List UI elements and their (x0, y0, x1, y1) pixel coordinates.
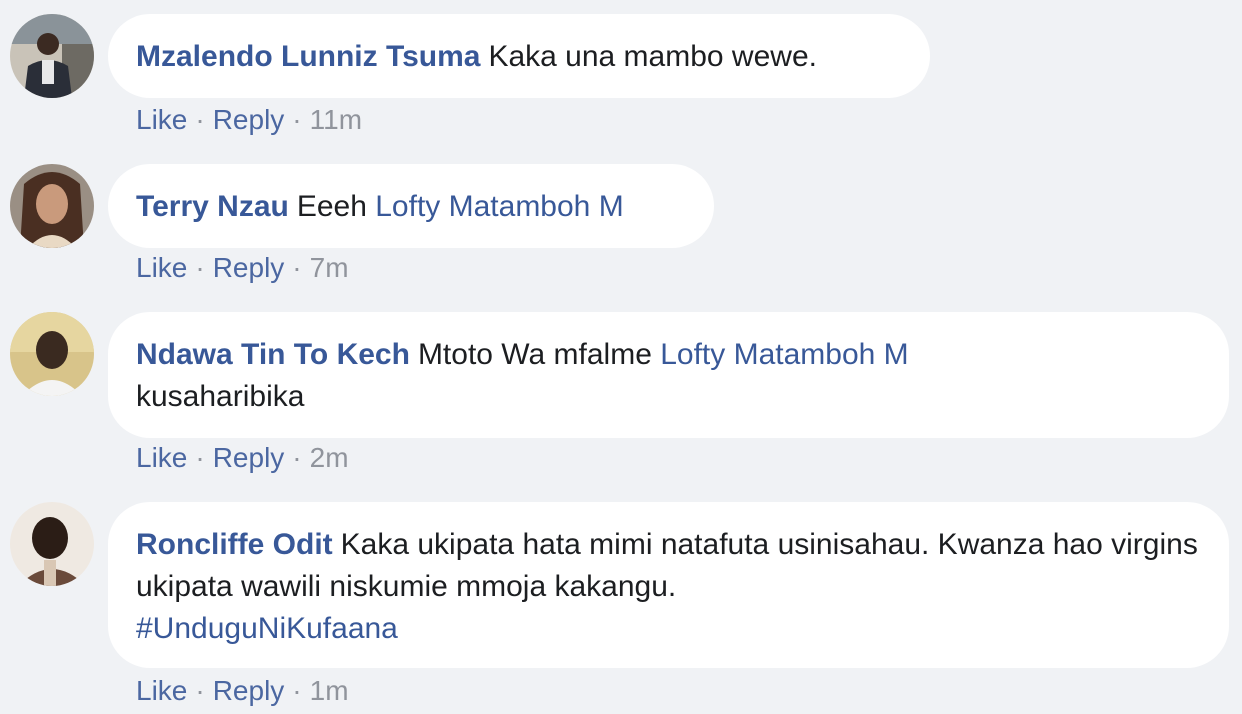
comment-author-link[interactable]: Roncliffe Odit (136, 528, 333, 561)
comment-text: Kaka una mambo wewe. (488, 40, 817, 73)
like-link[interactable]: Like (136, 675, 187, 706)
comment-bubble: Ndawa Tin To Kech Mtoto Wa mfalme Lofty M… (108, 312, 1229, 438)
comment-actions: Like · Reply · 11m (136, 103, 362, 137)
timestamp[interactable]: 2m (310, 442, 349, 473)
comment-bubble: Terry Nzau Eeeh Lofty Matamboh M (108, 164, 714, 248)
mention-link[interactable]: Lofty Matamboh M (375, 190, 623, 223)
comment-actions: Like · Reply · 2m (136, 441, 349, 475)
avatar[interactable] (10, 14, 94, 98)
comment-bubble: Roncliffe Odit Kaka ukipata hata mimi nat… (108, 502, 1229, 668)
reply-link[interactable]: Reply (213, 675, 285, 706)
separator: · (195, 104, 205, 135)
hashtag-link[interactable]: #UnduguNiKufaana (136, 612, 398, 645)
avatar-photo-icon (10, 14, 94, 98)
reply-link[interactable]: Reply (213, 442, 285, 473)
comment-text: Mtoto Wa mfalme (417, 338, 652, 371)
avatar-photo-icon (10, 502, 94, 586)
reply-link[interactable]: Reply (213, 104, 285, 135)
separator: · (195, 442, 205, 473)
comment-text-continued: kusaharibika (136, 380, 305, 413)
comment-actions: Like · Reply · 7m (136, 251, 349, 285)
reply-link[interactable]: Reply (213, 252, 285, 283)
separator: · (195, 252, 205, 283)
avatar[interactable] (10, 164, 94, 248)
avatar-photo-icon (10, 312, 94, 396)
like-link[interactable]: Like (136, 252, 187, 283)
separator: · (292, 675, 302, 706)
like-link[interactable]: Like (136, 104, 187, 135)
separator: · (292, 104, 302, 135)
avatar[interactable] (10, 312, 94, 396)
timestamp[interactable]: 1m (310, 675, 349, 706)
avatar-photo-icon (10, 164, 94, 248)
separator: · (292, 442, 302, 473)
separator: · (195, 675, 205, 706)
timestamp[interactable]: 7m (310, 252, 349, 283)
like-link[interactable]: Like (136, 442, 187, 473)
comment-text: Eeeh (296, 190, 367, 223)
avatar[interactable] (10, 502, 94, 586)
separator: · (292, 252, 302, 283)
comment-bubble: Mzalendo Lunniz Tsuma Kaka una mambo wewe… (108, 14, 930, 98)
comment-actions: Like · Reply · 1m (136, 674, 349, 708)
comment-author-link[interactable]: Mzalendo Lunniz Tsuma (136, 40, 480, 73)
mention-link[interactable]: Lofty Matamboh M (660, 338, 908, 371)
timestamp[interactable]: 11m (310, 104, 362, 135)
comment-author-link[interactable]: Terry Nzau (136, 190, 289, 223)
comment-author-link[interactable]: Ndawa Tin To Kech (136, 338, 410, 371)
